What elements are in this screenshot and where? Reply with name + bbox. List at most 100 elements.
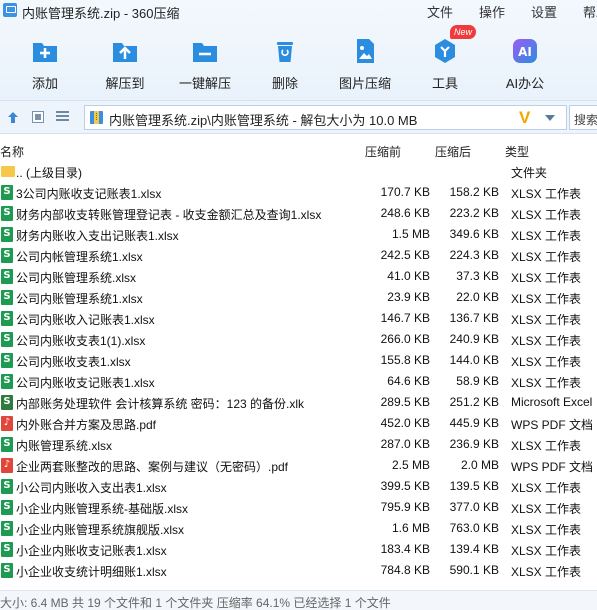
add-button[interactable]: 添加 bbox=[9, 34, 81, 94]
window-title: 内账管理系统.zip - 360压缩 bbox=[22, 6, 180, 21]
file-row[interactable]: S 公司内账收入记账表1.xlsx 146.7 KB 136.7 KB XLSX 工作表 bbox=[0, 309, 597, 330]
file-size-after: 223.2 KB bbox=[449, 206, 499, 220]
file-row[interactable]: ♪ 内外账合并方案及思路.pdf 452.0 KB 445.9 KB WPS PDF 文… bbox=[0, 414, 597, 435]
file-name: .. (上级目录) bbox=[16, 166, 82, 180]
file-row[interactable]: .. (上级目录) 文件夹 bbox=[0, 162, 597, 183]
file-type: XLSX 工作表 bbox=[511, 439, 582, 453]
one-click-extract-button[interactable]: 一键解压 bbox=[169, 34, 241, 94]
menu-file[interactable]: 文件 bbox=[427, 2, 453, 21]
list-view-icon[interactable] bbox=[56, 111, 69, 123]
file-size-after: 763.0 KB bbox=[449, 521, 499, 535]
spreadsheet-icon: S bbox=[1, 290, 13, 305]
file-size-before: 287.0 KB bbox=[380, 437, 430, 451]
column-before[interactable]: 压缩前 bbox=[365, 143, 401, 160]
spreadsheet-icon: S bbox=[1, 227, 13, 242]
spreadsheet-icon: S bbox=[1, 479, 13, 494]
file-row[interactable]: S 公司内账收支表1(1).xlsx 266.0 KB 240.9 KB XLSX 工作… bbox=[0, 330, 597, 351]
menu-operate[interactable]: 操作 bbox=[479, 2, 505, 21]
column-type[interactable]: 类型 bbox=[505, 143, 529, 160]
file-row[interactable]: S 公司内账收支表1.xlsx 155.8 KB 144.0 KB XLSX 工作表 bbox=[0, 351, 597, 372]
file-name: 内账管理系统.xlsx bbox=[16, 439, 113, 453]
excel-backup-icon: S bbox=[1, 395, 13, 410]
file-size-before: 784.8 KB bbox=[380, 563, 430, 577]
file-size-after: 158.2 KB bbox=[449, 185, 499, 199]
file-row[interactable]: S 财务内部收支转账管理登记表 - 收支金额汇总及查询1.xlsx 248.6 KB… bbox=[0, 204, 597, 225]
file-row[interactable]: S 公司内账管理系统.xlsx 41.0 KB 37.3 KB XLSX 工作表 bbox=[0, 267, 597, 288]
search-input[interactable]: 搜索 bbox=[569, 105, 597, 130]
file-row[interactable]: S 小企业内账管理系统-基础版.xlsx 795.9 KB 377.0 KB XLSX … bbox=[0, 498, 597, 519]
extract-to-button[interactable]: 解压到 bbox=[89, 34, 161, 94]
spreadsheet-icon: S bbox=[1, 269, 13, 284]
file-name: 公司内帐管理系统1.xlsx bbox=[16, 250, 143, 264]
file-type: XLSX 工作表 bbox=[511, 544, 582, 558]
file-size-before: 289.5 KB bbox=[380, 395, 430, 409]
file-type: XLSX 工作表 bbox=[511, 565, 582, 579]
tools-button[interactable]: 工具 bbox=[409, 34, 481, 94]
spreadsheet-icon: S bbox=[1, 374, 13, 389]
address-area: 内账管理系统.zip\内账管理系统 - 解包大小为 10.0 MB V 搜索 bbox=[0, 100, 597, 134]
extract-to-label: 解压到 bbox=[105, 76, 145, 91]
file-size-before: 155.8 KB bbox=[380, 353, 430, 367]
file-type: XLSX 工作表 bbox=[511, 502, 582, 516]
spreadsheet-icon: S bbox=[1, 311, 13, 326]
up-arrow-icon[interactable] bbox=[6, 110, 20, 124]
file-type: 文件夹 bbox=[511, 166, 548, 180]
file-row[interactable]: S 财务内账收入支出记账表1.xlsx 1.5 MB 349.6 KB XLSX 工作表 bbox=[0, 225, 597, 246]
status-bar: 大小: 6.4 MB 共 19 个文件和 1 个文件夹 压缩率 64.1% 已经… bbox=[0, 590, 597, 610]
file-size-after: 349.6 KB bbox=[449, 227, 499, 241]
file-row[interactable]: S 内部账务处理软件 会计核算系统 密码：123 的备份.xlk 289.5 KB 2… bbox=[0, 393, 597, 414]
file-size-before: 1.5 MB bbox=[391, 227, 430, 241]
file-name: 公司内账收支表1(1).xlsx bbox=[16, 334, 146, 348]
spreadsheet-icon: S bbox=[1, 563, 13, 578]
file-name: 公司内账收支记账表1.xlsx bbox=[16, 376, 155, 390]
file-row[interactable]: S 小公司内账收入支出表1.xlsx 399.5 KB 139.5 KB XLSX 工作… bbox=[0, 477, 597, 498]
file-row[interactable]: S 公司内帐管理系统1.xlsx 242.5 KB 224.3 KB XLSX 工作表 bbox=[0, 246, 597, 267]
search-placeholder: 搜索 bbox=[574, 113, 597, 127]
file-size-before: 23.9 KB bbox=[387, 290, 430, 304]
file-name: 小企业内账管理系统旗舰版.xlsx bbox=[16, 523, 185, 537]
menu-settings[interactable]: 设置 bbox=[531, 2, 557, 21]
file-size-before: 183.4 KB bbox=[380, 542, 430, 556]
spreadsheet-icon: S bbox=[1, 353, 13, 368]
file-row[interactable]: S 小企业收支统计明细账1.xlsx 784.8 KB 590.1 KB XLSX 工作… bbox=[0, 561, 597, 582]
file-row[interactable]: S 公司内账管理系统1.xlsx 23.9 KB 22.0 KB XLSX 工作表 bbox=[0, 288, 597, 309]
address-bar[interactable]: 内账管理系统.zip\内账管理系统 - 解包大小为 10.0 MB V bbox=[84, 105, 567, 130]
file-row[interactable]: S 3公司内账收支记账表1.xlsx 170.7 KB 158.2 KB XLSX 工作… bbox=[0, 183, 597, 204]
v-logo-icon[interactable]: V bbox=[519, 108, 530, 128]
file-size-after: 590.1 KB bbox=[449, 563, 499, 577]
file-size-before: 170.7 KB bbox=[380, 185, 430, 199]
column-name[interactable]: 名称 bbox=[0, 143, 24, 160]
spreadsheet-icon: S bbox=[1, 332, 13, 347]
file-size-before: 452.0 KB bbox=[380, 416, 430, 430]
delete-button[interactable]: 删除 bbox=[249, 34, 321, 94]
file-size-after: 251.2 KB bbox=[449, 395, 499, 409]
ai-office-button[interactable]: AI AI办公 bbox=[489, 34, 561, 94]
file-row[interactable]: S 小企业内账管理系统旗舰版.xlsx 1.6 MB 763.0 KB XLSX 工作表 bbox=[0, 519, 597, 540]
view-mode-icon[interactable] bbox=[32, 111, 44, 123]
image-compress-button[interactable]: 图片压缩 bbox=[329, 34, 401, 94]
file-size-before: 64.6 KB bbox=[387, 374, 430, 388]
file-size-before: 242.5 KB bbox=[380, 248, 430, 262]
file-size-after: 240.9 KB bbox=[449, 332, 499, 346]
file-row[interactable]: S 公司内账收支记账表1.xlsx 64.6 KB 58.9 KB XLSX 工作表 bbox=[0, 372, 597, 393]
file-type: XLSX 工作表 bbox=[511, 376, 582, 390]
spreadsheet-icon: S bbox=[1, 248, 13, 263]
menu-help[interactable]: 帮助 bbox=[583, 2, 597, 21]
file-size-before: 1.6 MB bbox=[391, 521, 430, 535]
file-name: 小企业内账管理系统-基础版.xlsx bbox=[16, 502, 188, 516]
file-type: XLSX 工作表 bbox=[511, 250, 582, 264]
file-size-after: 37.3 KB bbox=[456, 269, 499, 283]
column-after[interactable]: 压缩后 bbox=[435, 143, 471, 160]
file-size-after: 236.9 KB bbox=[449, 437, 499, 451]
file-row[interactable]: S 小企业内账收支记账表1.xlsx 183.4 KB 139.4 KB XLSX 工作… bbox=[0, 540, 597, 561]
file-type: XLSX 工作表 bbox=[511, 271, 582, 285]
file-row[interactable]: ♪ 企业两套账整改的思路、案例与建议（无密码）.pdf 2.5 MB 2.0 MB WP… bbox=[0, 456, 597, 477]
file-type: WPS PDF 文档 bbox=[511, 418, 594, 432]
file-name: 内部账务处理软件 会计核算系统 密码：123 的备份.xlk bbox=[16, 397, 305, 411]
file-row[interactable]: S 内账管理系统.xlsx 287.0 KB 236.9 KB XLSX 工作表 bbox=[0, 435, 597, 456]
file-size-after: 58.9 KB bbox=[456, 374, 499, 388]
spreadsheet-icon: S bbox=[1, 542, 13, 557]
file-type: XLSX 工作表 bbox=[511, 292, 582, 306]
chevron-down-icon[interactable] bbox=[545, 115, 555, 121]
file-type: XLSX 工作表 bbox=[511, 355, 582, 369]
